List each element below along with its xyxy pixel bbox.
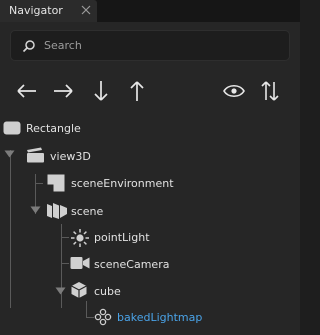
chevron-down-icon[interactable] — [4, 150, 15, 158]
tab-title: Navigator — [9, 4, 63, 17]
view3d-icon — [27, 147, 44, 163]
chevron-down-icon[interactable] — [55, 287, 66, 295]
chevron-down-icon[interactable] — [30, 206, 41, 214]
arrow-left-icon — [17, 84, 36, 98]
move-right-button[interactable] — [50, 78, 76, 104]
tree-item-label: Rectangle — [26, 122, 81, 135]
tree-guide — [61, 263, 69, 264]
scene-environment-icon — [47, 174, 65, 192]
close-icon[interactable] — [80, 4, 92, 16]
arrow-right-icon — [54, 84, 73, 98]
tree-item-label: scene — [71, 205, 104, 218]
tree-guide — [35, 183, 43, 184]
tree-item-label: cube — [94, 285, 121, 298]
move-down-button[interactable] — [88, 78, 114, 104]
rectangle-icon — [3, 121, 21, 135]
tree-item-label: pointLight — [94, 231, 150, 244]
baked-lightmap-icon — [94, 308, 112, 326]
tree-guide — [10, 150, 11, 308]
point-light-icon — [71, 229, 89, 247]
move-up-button[interactable] — [124, 78, 150, 104]
cube-icon — [71, 282, 87, 298]
tab-navigator[interactable]: Navigator — [0, 0, 97, 22]
reverse-order-button[interactable] — [257, 78, 283, 104]
eye-icon — [223, 84, 245, 98]
tree-item-label: bakedLightmap — [117, 311, 203, 324]
camera-icon — [70, 257, 90, 269]
tree-item-label: view3D — [50, 150, 91, 163]
tree-item-label: sceneCamera — [94, 258, 170, 271]
visibility-filter-button[interactable] — [221, 78, 247, 104]
tree-guide — [61, 237, 69, 238]
search-input[interactable] — [44, 31, 274, 60]
search-box[interactable] — [10, 30, 290, 61]
tree-guide — [86, 317, 94, 318]
scene-icon — [47, 203, 67, 219]
arrow-up-icon — [130, 81, 144, 101]
sort-arrows-icon — [261, 81, 279, 101]
tree-guide — [86, 301, 87, 318]
tree-item-label: sceneEnvironment — [71, 177, 174, 190]
arrow-down-icon — [94, 81, 108, 101]
move-left-button[interactable] — [14, 78, 40, 104]
tab-bar: Navigator — [0, 0, 300, 22]
search-icon — [22, 40, 35, 53]
